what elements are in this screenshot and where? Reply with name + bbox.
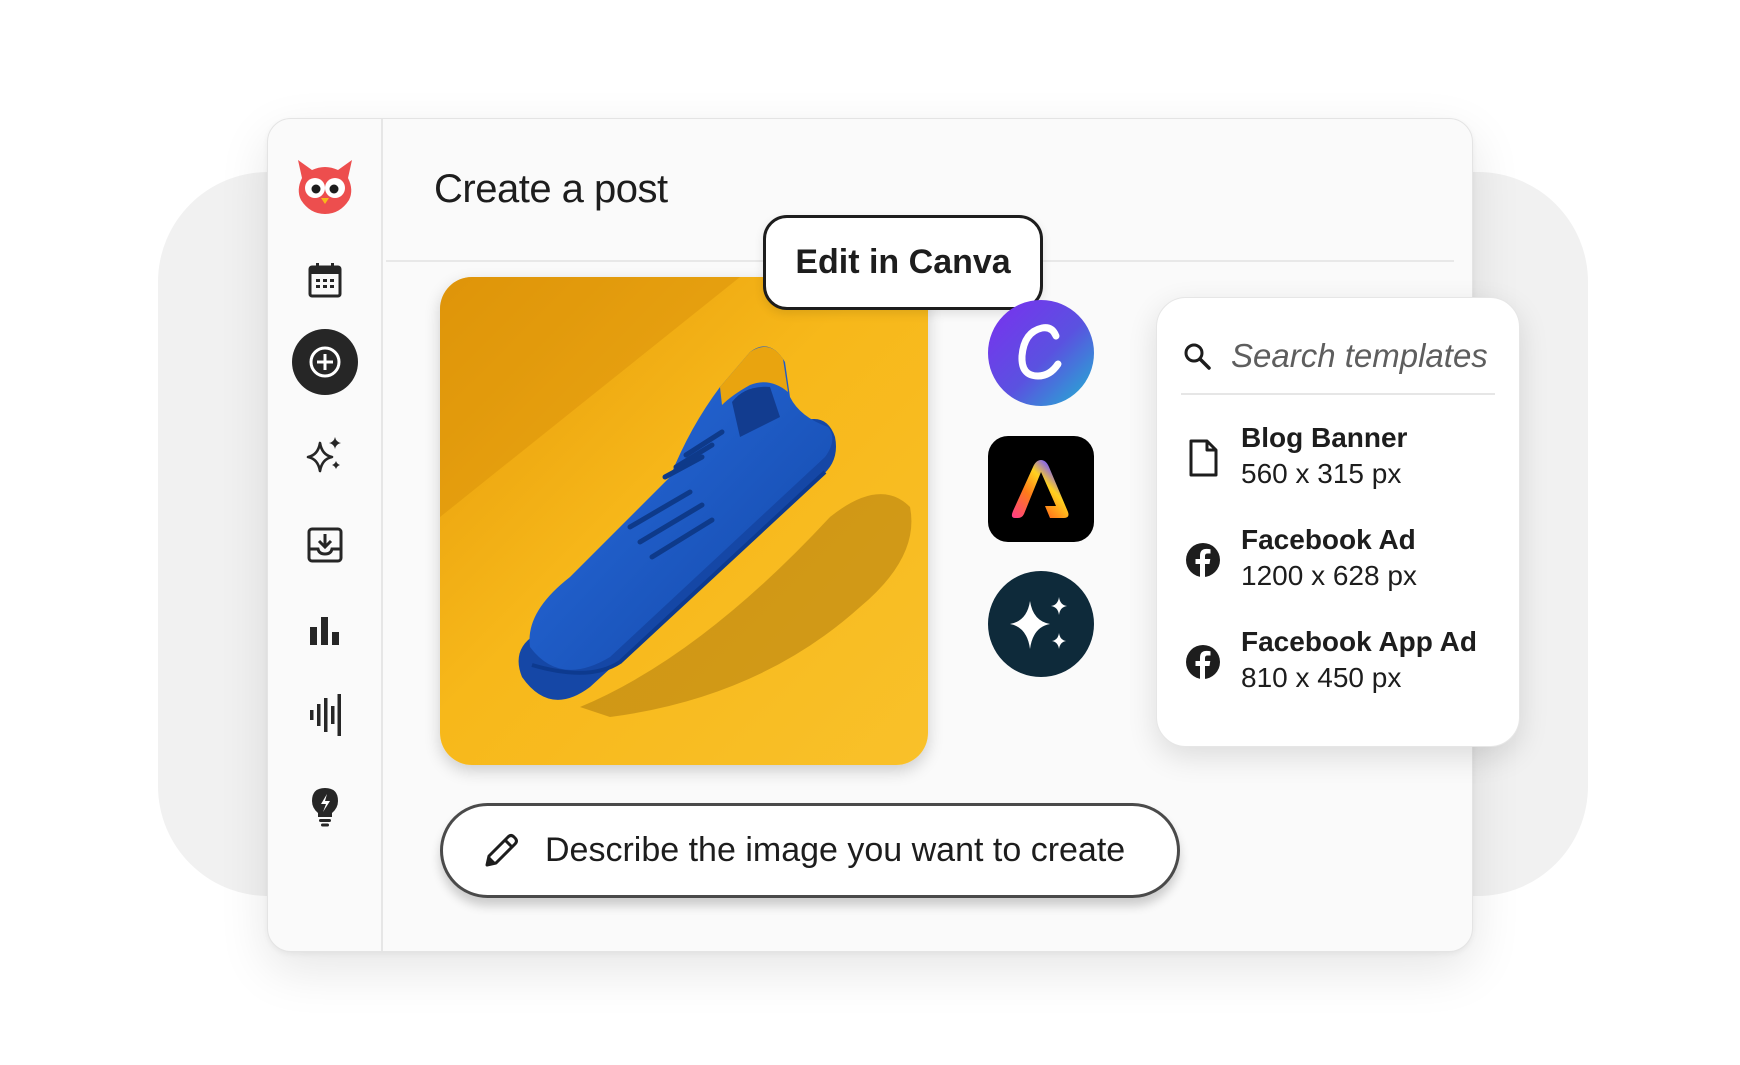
owl-logo-icon[interactable] [292, 153, 358, 219]
page-title: Create a post [434, 167, 668, 211]
image-prompt-input[interactable]: Describe the image you want to create [440, 803, 1180, 898]
search-input[interactable] [1231, 337, 1501, 375]
template-name: Facebook App Ad [1241, 626, 1477, 657]
template-size: 560 x 315 px [1241, 458, 1402, 489]
post-image[interactable] [440, 277, 928, 765]
template-name: Blog Banner [1241, 422, 1408, 453]
search-icon [1183, 342, 1211, 370]
template-size: 1200 x 628 px [1241, 560, 1417, 591]
template-name: Facebook Ad [1241, 524, 1416, 555]
plus-circle-icon[interactable] [292, 329, 358, 395]
lightbulb-icon[interactable] [292, 774, 358, 840]
document-icon [1183, 420, 1223, 496]
template-item-facebook-ad[interactable]: Facebook Ad 1200 x 628 px [1183, 522, 1493, 598]
pencil-icon [481, 831, 521, 871]
bar-chart-icon[interactable] [292, 597, 358, 663]
canva-icon[interactable] [988, 300, 1094, 406]
template-size: 810 x 450 px [1241, 662, 1402, 693]
facebook-icon [1183, 624, 1223, 700]
adobe-express-icon[interactable] [988, 436, 1094, 542]
panel-divider [1181, 393, 1495, 395]
sidebar [268, 119, 383, 951]
edit-in-canva-button[interactable]: Edit in Canva [763, 215, 1043, 310]
template-item-blog-banner[interactable]: Blog Banner 560 x 315 px [1183, 420, 1493, 496]
inbox-icon[interactable] [292, 512, 358, 578]
templates-panel: Blog Banner 560 x 315 px Facebook Ad 120… [1156, 297, 1520, 747]
ai-sparkle-icon[interactable] [988, 571, 1094, 677]
template-search[interactable] [1183, 326, 1501, 386]
facebook-icon [1183, 522, 1223, 598]
prompt-text: Describe the image you want to create [545, 831, 1126, 869]
sparkles-icon[interactable] [292, 421, 358, 487]
calendar-icon[interactable] [292, 247, 358, 313]
template-item-facebook-app-ad[interactable]: Facebook App Ad 810 x 450 px [1183, 624, 1493, 700]
sound-bars-icon[interactable] [292, 682, 358, 748]
